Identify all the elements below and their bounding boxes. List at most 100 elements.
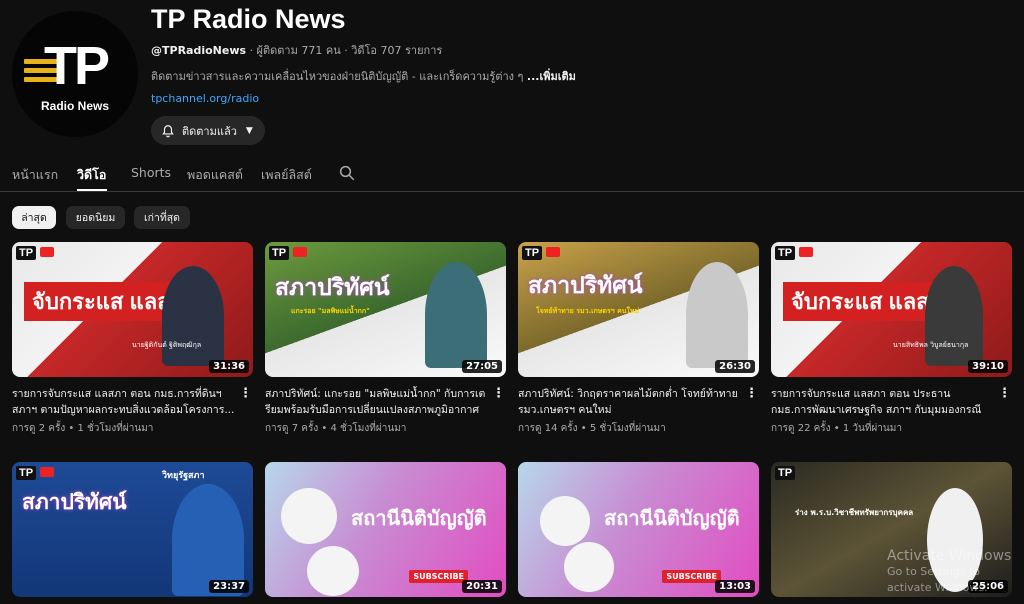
video-thumbnail[interactable]: TP จับกระแส แลสภา นายฐิติกันต์ ฐิติพฤฒิก… [12,242,253,377]
video-card[interactable]: TP วิทยุรัฐสภา สภาปริทัศน์ 23:37 [12,462,253,597]
video-meta: การดู 22 ครั้ง • 1 วันที่ผ่านมา [771,423,902,434]
kebab-menu-icon[interactable]: ⋮ [998,387,1011,401]
video-duration: 39:10 [968,360,1008,373]
chip-oldest[interactable]: เก่าที่สุด [134,206,190,229]
tp-logo: TP [522,246,543,260]
upload-age: 5 ชั่วโมงที่ผ่านมา [589,423,666,434]
video-meta: การดู 2 ครั้ง • 1 ชั่วโมงที่ผ่านมา [12,423,154,434]
kebab-menu-icon[interactable]: ⋮ [239,387,252,401]
presenter-image [925,266,983,366]
kebab-menu-icon[interactable]: ⋮ [745,387,758,401]
video-banner: สถานีนิติบัญญัติ [351,508,487,530]
video-card[interactable]: TP สภาปริทัศน์ แกะรอย "มลพิษแม่น้ำกก" 27… [265,242,506,436]
tp-logo: TP [16,246,37,260]
guest-image [564,542,614,592]
host-image [540,496,590,546]
channel-avatar[interactable]: TP Radio News [12,11,138,137]
active-tab-indicator [77,189,107,191]
subscribe-tag: SUBSCRIBE [409,570,468,583]
kebab-menu-icon[interactable]: ⋮ [492,387,505,401]
video-title[interactable]: รายการจับกระแส แลสภา ตอน กมธ.การที่ดินฯ … [12,386,253,418]
tp-logo: TP [269,246,290,260]
subscribed-button[interactable]: ติดตามแล้ว ▼ [151,116,265,145]
video-banner: สภาปริทัศน์ [528,272,643,298]
tp-logo: TP [775,246,796,260]
video-card[interactable]: TP จับกระแส แลสภา นายฐิติกันต์ ฐิติพฤฒิก… [12,242,253,436]
video-title[interactable]: สภาปริทัศน์: แกะรอย "มลพิษแม่น้ำกก" กับก… [265,386,506,418]
video-banner: ร่าง พ.ร.บ.วิชาชีพทรัพยากรบุคคล [795,508,914,517]
activation-watermark: Activate Windows Go to Settings to activ… [887,548,1024,596]
video-caption: นายฐิติกันต์ ฐิติพฤฒิกุล [132,341,202,349]
video-meta: การดู 14 ครั้ง • 5 ชั่วโมงที่ผ่านมา [518,423,666,434]
channel-name: TP Radio News [151,4,346,34]
video-card[interactable]: TP สภาปริทัศน์ โจทย์ท้าทาย รมว.เกษตรฯ คน… [518,242,759,436]
youtube-icon [799,247,813,257]
youtube-channel-page: TP Radio News TP Radio News @TPRadioNews… [0,0,1024,604]
video-thumbnail[interactable]: TP วิทยุรัฐสภา สภาปริทัศน์ 23:37 [12,462,253,597]
search-icon[interactable] [338,164,356,182]
channel-meta: @TPRadioNews · ผู้ติดตาม 771 คน · วิดีโอ… [151,41,442,59]
view-count: การดู 2 ครั้ง [12,423,66,434]
channel-header: TP Radio News TP Radio News @TPRadioNews… [0,0,1024,150]
tp-logo: TP [16,466,37,480]
tab-podcasts[interactable]: พอดแคสต์ [187,165,243,185]
host-image [281,488,337,544]
video-card[interactable]: สถานีนิติบัญญัติ SUBSCRIBE 13:03 [518,462,759,597]
video-duration: 20:31 [462,580,502,593]
video-caption: นายสิทธิพล วิบูลย์ธนากุล [893,341,969,349]
view-count: การดู 22 ครั้ง [771,423,831,434]
video-duration: 31:36 [209,360,249,373]
video-title[interactable]: สภาปริทัศน์: วิกฤตราคาผลไม้ตกต่ำ โจทย์ท้… [518,386,759,418]
watermark-subtitle: Go to Settings to activate Windows. [887,565,988,594]
guest-image [307,546,359,596]
subscribe-tag: SUBSCRIBE [662,570,721,583]
upload-age: 1 วันที่ผ่านมา [842,423,902,434]
video-thumbnail[interactable]: TP สภาปริทัศน์ โจทย์ท้าทาย รมว.เกษตรฯ คน… [518,242,759,377]
more-link[interactable]: ...เพิ่มเติม [527,70,576,83]
presenter-image [162,266,224,366]
view-count: การดู 14 ครั้ง [518,423,578,434]
channel-link[interactable]: tpchannel.org/radio [151,92,259,105]
youtube-icon [40,247,54,257]
youtube-icon [293,247,307,257]
tab-home[interactable]: หน้าแรก [12,165,58,185]
upload-age: 4 ชั่วโมงที่ผ่านมา [330,423,407,434]
youtube-icon [546,247,560,257]
video-thumbnail[interactable]: TP สภาปริทัศน์ แกะรอย "มลพิษแม่น้ำกก" 27… [265,242,506,377]
channel-handle: @TPRadioNews [151,44,247,57]
description-text: ติดตามข่าวสารและความเคลื่อนไหวของฝ่ายนิต… [151,70,524,83]
video-card[interactable]: TP จับกระแส แลสภา นายสิทธิพล วิบูลย์ธนาก… [771,242,1012,436]
video-duration: 23:37 [209,580,249,593]
chevron-down-icon: ▼ [245,125,253,136]
bell-icon [162,124,174,137]
view-count: การดู 7 ครั้ง [265,423,319,434]
chip-latest[interactable]: ล่าสุด [12,206,56,229]
tab-playlists[interactable]: เพลย์ลิสต์ [261,165,312,185]
upload-age: 1 ชั่วโมงที่ผ่านมา [77,423,154,434]
tp-logo: TP [775,466,796,480]
video-thumbnail[interactable]: สถานีนิติบัญญัติ SUBSCRIBE 13:03 [518,462,759,597]
video-duration: 27:05 [462,360,502,373]
video-caption: โจทย์ท้าทาย รมว.เกษตรฯ คนใหม่ [536,307,640,315]
subscribed-label: ติดตามแล้ว [182,124,237,138]
video-duration: 26:30 [715,360,755,373]
logo-text: TP [44,36,110,96]
channel-tabs: หน้าแรก วิดีโอ Shorts พอดแคสต์ เพลย์ลิสต… [0,153,1024,192]
chip-popular[interactable]: ยอดนิยม [66,206,125,229]
guest-image [425,262,487,368]
video-title[interactable]: รายการจับกระแส แลสภา ตอน ประธาน กมธ.การพ… [771,386,1012,418]
video-banner: สภาปริทัศน์ [275,274,390,300]
tab-videos[interactable]: วิดีโอ [77,165,106,185]
youtube-icon [40,467,54,477]
watermark-title: Activate Windows [887,548,1012,564]
tab-shorts[interactable]: Shorts [131,165,171,180]
video-caption: วิทยุรัฐสภา [162,471,205,481]
video-card[interactable]: สถานีนิติบัญญัติ SUBSCRIBE 20:31 [265,462,506,597]
channel-stats: · ผู้ติดตาม 771 คน · วิดีโอ 707 รายการ [246,44,443,57]
video-duration: 13:03 [715,580,755,593]
channel-description[interactable]: ติดตามข่าวสารและความเคลื่อนไหวของฝ่ายนิต… [151,67,576,85]
video-thumbnail[interactable]: สถานีนิติบัญญัติ SUBSCRIBE 20:31 [265,462,506,597]
video-thumbnail[interactable]: TP จับกระแส แลสภา นายสิทธิพล วิบูลย์ธนาก… [771,242,1012,377]
video-banner: สภาปริทัศน์ [22,491,127,514]
video-meta: การดู 7 ครั้ง • 4 ชั่วโมงที่ผ่านมา [265,423,407,434]
